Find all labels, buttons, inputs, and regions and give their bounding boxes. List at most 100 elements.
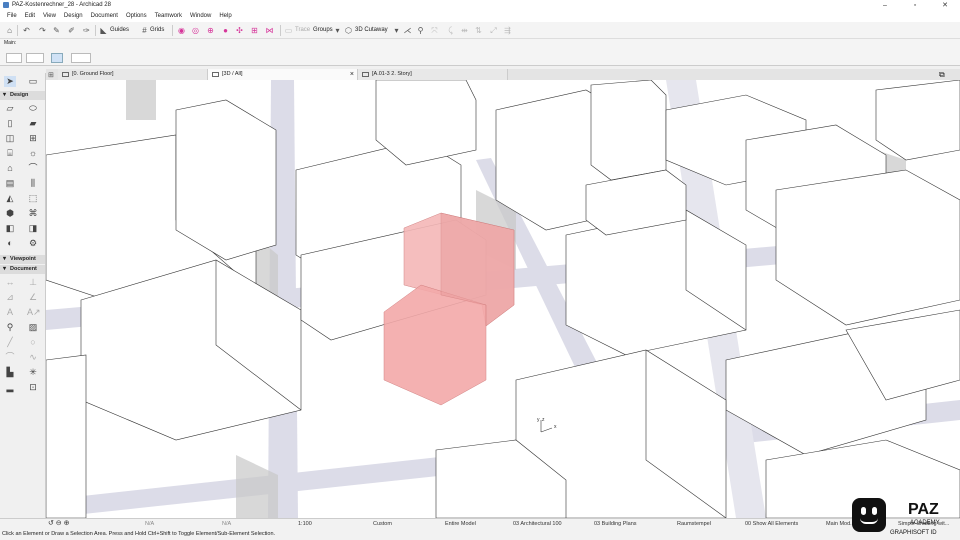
object-tool-icon[interactable]: ⌘ [27,208,39,219]
hotspot-tool-icon[interactable]: ✳ [27,367,39,378]
dimension-tool-icon[interactable]: ↔ [4,277,16,288]
beam-tool-icon[interactable]: ▰ [27,118,39,129]
cutaway-button[interactable]: 3D Cutaway [355,27,388,33]
grid-tool-icon[interactable]: ⊡ [27,382,39,393]
angle-value[interactable]: N/A [222,521,231,527]
snap-icon-6[interactable]: ⊞ [250,26,259,35]
menu-document[interactable]: Document [87,11,122,22]
text-tool-icon[interactable]: A [4,307,16,318]
grids-icon[interactable]: # [140,26,149,35]
toolbox-document-header[interactable]: Document [0,265,45,274]
shell-tool-icon[interactable]: ⌒ [27,163,39,174]
marker-tool-icon[interactable]: ⚲ [4,322,16,333]
3d-viewport[interactable]: y z x [46,80,960,518]
tab-3d-all[interactable]: [3D / All] × [208,69,358,80]
line-tool-icon[interactable]: ╱ [4,337,16,348]
snap-icon-4[interactable]: ● [221,26,230,35]
menu-teamwork[interactable]: Teamwork [151,11,186,22]
snap-icon-1[interactable]: ◉ [177,26,186,35]
tab-ground-floor[interactable]: [0. Ground Floor] [58,69,208,80]
tab-story[interactable]: [A.01-3 2. Story] [358,69,508,80]
trace-icon[interactable]: ▭ [284,26,293,35]
geometry-method-icon[interactable] [6,53,22,63]
trim-icon[interactable]: ⋌ [403,26,412,35]
menu-edit[interactable]: Edit [21,11,39,22]
zone-tool-icon[interactable]: ⬚ [27,193,39,204]
spline-tool-icon[interactable]: ∿ [27,352,39,363]
marquee-tool-icon[interactable]: ▭ [27,76,39,87]
angle-dim-icon[interactable]: ∠ [27,292,39,303]
lamp-tool-icon[interactable]: ☼ [27,148,39,159]
redo-icon[interactable]: ↷ [38,26,47,35]
railing-tool-icon[interactable]: ⫼ [27,178,39,189]
menu-window[interactable]: Window [186,11,215,22]
rotate-icon[interactable]: ⤹ [446,26,455,35]
chevron-down-icon[interactable]: ▾ [333,26,342,35]
label-tool-icon[interactable]: A↗ [27,307,41,318]
cutaway-icon[interactable]: ⬡ [344,26,353,35]
fill-tool-icon[interactable]: ▨ [27,322,39,333]
drag-icon[interactable]: ⤧ [430,26,439,35]
minimize-icon[interactable]: – [870,0,900,11]
window-tool-icon[interactable]: ⊞ [27,133,39,144]
stair-tool-icon[interactable]: ⌸ [4,148,16,159]
mirror-icon[interactable]: ⇹ [460,26,469,35]
slab-tool-icon[interactable]: ▤ [4,178,16,189]
renovation-filter[interactable]: Raumstempel [677,521,711,527]
layer-combination[interactable]: 03 Architectural 100 [513,521,562,527]
close-icon[interactable]: × [350,69,354,80]
circle-tool-icon[interactable]: ○ [27,337,39,348]
toolbox-design-header[interactable]: Design [0,91,45,100]
figure-tool-icon[interactable]: ▙ [4,367,16,378]
opening-tool-icon[interactable]: ◨ [27,223,39,234]
selection-method-icon[interactable] [26,53,44,63]
home-icon[interactable]: ⌂ [5,26,14,35]
trace-button[interactable]: Trace [295,27,310,33]
snap-icon-3[interactable]: ⊕ [206,26,215,35]
model-view-select[interactable]: Entire Model [445,521,476,527]
structure-display[interactable]: Custom [373,521,392,527]
menu-view[interactable]: View [39,11,60,22]
tab-grid-icon[interactable]: ⊞ [48,71,54,79]
grids-button[interactable]: Grids [150,27,164,33]
arrow-tool-icon[interactable] [71,53,91,63]
level-dim-icon[interactable]: ⊥ [27,277,39,288]
zoom-value[interactable]: N/A [145,521,154,527]
inject-icon[interactable]: ✑ [82,26,91,35]
menu-options[interactable]: Options [122,11,151,22]
scale-value[interactable]: 1:100 [298,521,312,527]
radial-dim-icon[interactable]: ⊿ [4,292,16,303]
magic-search-icon[interactable]: ⚲ [416,26,425,35]
dimension-standard[interactable]: 03 Building Plans [594,521,637,527]
roof-tool-icon[interactable]: ⌂ [4,163,16,174]
chevron-down-icon[interactable]: ▾ [392,26,401,35]
pick-up-icon[interactable]: ✐ [67,26,76,35]
resize-icon[interactable]: ⤢ [489,26,498,35]
maximize-icon[interactable]: ▫ [900,0,930,11]
guides-icon[interactable]: ◣ [99,26,108,35]
skylight-tool-icon[interactable]: ◧ [4,223,16,234]
column-tool-icon[interactable]: ▯ [4,118,16,129]
snap-icon-5[interactable]: ✣ [235,26,244,35]
equipment-tool-icon[interactable]: ⚙ [27,238,39,249]
graphic-override[interactable]: 00 Show All Elements [745,521,798,527]
camera-tool-icon[interactable]: ▂ [4,382,16,393]
snap-mode-icon[interactable] [51,53,63,63]
close-icon[interactable]: ✕ [930,0,960,11]
undo-icon[interactable]: ↶ [22,26,31,35]
menu-design[interactable]: Design [60,11,87,22]
guides-button[interactable]: Guides [110,27,129,33]
toolbox-viewpoint-header[interactable]: Viewpoint [0,255,45,264]
tab-overflow-icon[interactable]: ⧉ [939,70,945,80]
snap-icon-2[interactable]: ◎ [191,26,200,35]
offset-icon[interactable]: ⇶ [503,26,512,35]
arrow-tool-icon[interactable]: ➤ [4,76,16,87]
panel-tool-icon[interactable]: ◐ [4,238,16,249]
magic-wand-icon[interactable]: ✎ [52,26,61,35]
menu-help[interactable]: Help [215,11,235,22]
snap-icon-7[interactable]: ⋈ [265,26,274,35]
morph-tool-icon[interactable]: ⬢ [4,208,16,219]
menu-file[interactable]: File [3,11,21,22]
groups-button[interactable]: Groups [313,27,333,33]
door-tool-icon[interactable]: ◫ [4,133,16,144]
